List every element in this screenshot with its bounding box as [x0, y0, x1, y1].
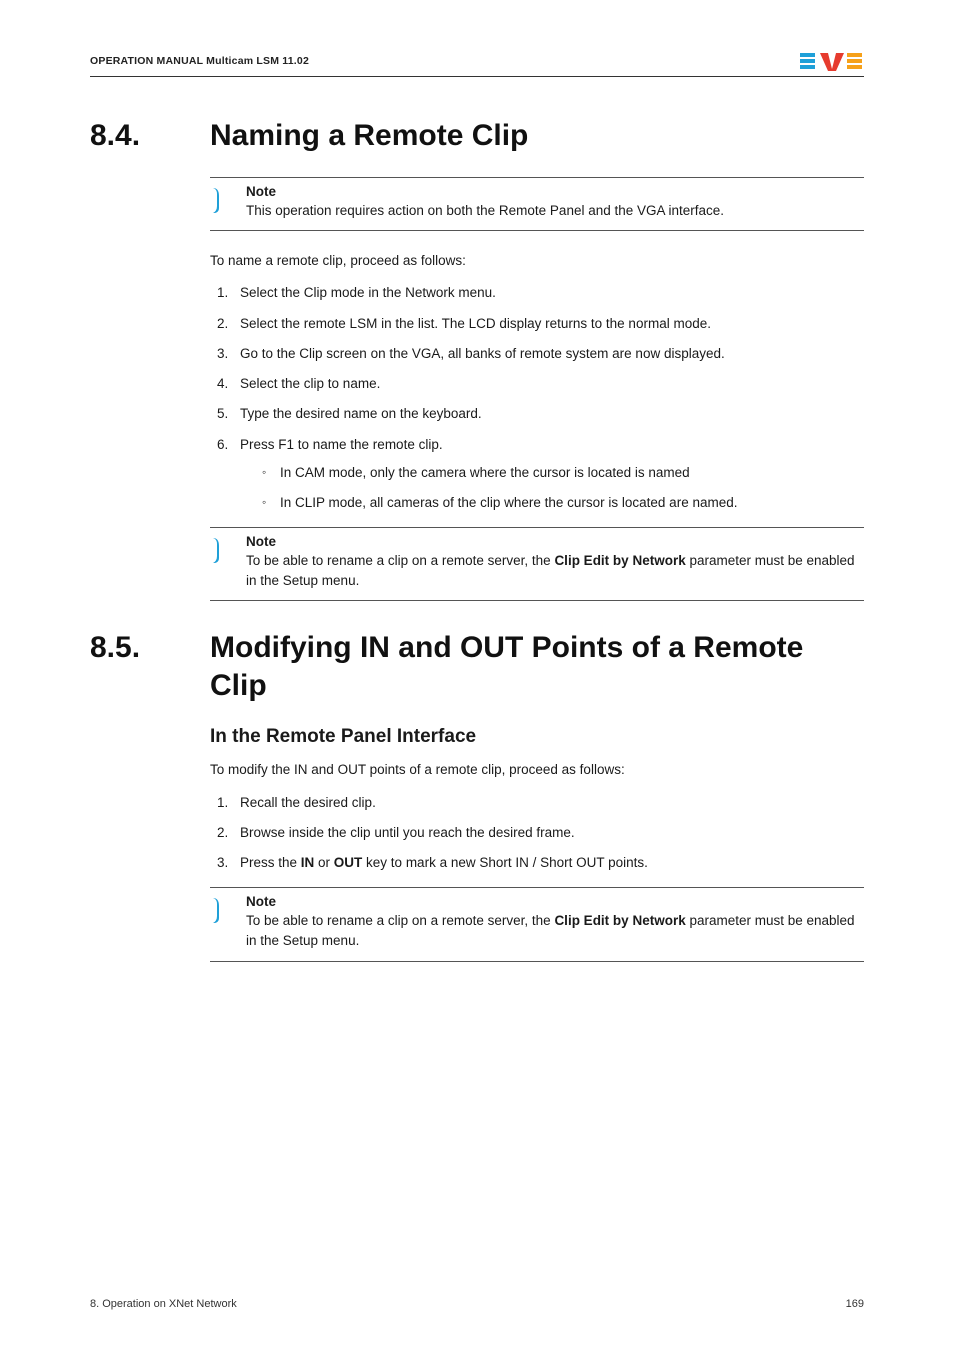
- manual-title: OPERATION MANUAL Multicam LSM 11.02: [90, 55, 309, 67]
- note-label: Note: [246, 894, 864, 909]
- note-box-84-2: Note To be able to rename a clip on a re…: [210, 527, 864, 601]
- section-number-85: 8.5.: [90, 631, 210, 665]
- list-item: Recall the desired clip.: [232, 793, 864, 813]
- intro-85: To modify the IN and OUT points of a rem…: [210, 760, 864, 780]
- note-icon: [210, 894, 236, 950]
- steps-84: Select the Clip mode in the Network menu…: [210, 283, 864, 513]
- list-item: Press the IN or OUT key to mark a new Sh…: [232, 853, 864, 873]
- page-footer: 8. Operation on XNet Network 169: [90, 1298, 864, 1310]
- note-label: Note: [246, 184, 864, 199]
- section-title-84: Naming a Remote Clip: [210, 117, 528, 155]
- section-number-84: 8.4.: [90, 119, 210, 153]
- note-icon: [210, 534, 236, 590]
- page-header: OPERATION MANUAL Multicam LSM 11.02: [90, 50, 864, 77]
- list-item: Browse inside the clip until you reach t…: [232, 823, 864, 843]
- note-text: To be able to rename a clip on a remote …: [246, 551, 864, 590]
- step-text: Press F1 to name the remote clip.: [240, 437, 443, 452]
- list-item: Select the Clip mode in the Network menu…: [232, 283, 864, 303]
- note-box-84-1: Note This operation requires action on b…: [210, 177, 864, 232]
- list-item: Press F1 to name the remote clip. In CAM…: [232, 435, 864, 514]
- section-title-85: Modifying IN and OUT Points of a Remote …: [210, 629, 864, 704]
- note-label: Note: [246, 534, 864, 549]
- list-item: Go to the Clip screen on the VGA, all ba…: [232, 344, 864, 364]
- list-item: Type the desired name on the keyboard.: [232, 404, 864, 424]
- steps-85: Recall the desired clip. Browse inside t…: [210, 793, 864, 874]
- note-text: To be able to rename a clip on a remote …: [246, 911, 864, 950]
- list-item: Select the clip to name.: [232, 374, 864, 394]
- list-item: Select the remote LSM in the list. The L…: [232, 314, 864, 334]
- list-item: In CAM mode, only the camera where the c…: [262, 463, 864, 483]
- note-box-85: Note To be able to rename a clip on a re…: [210, 887, 864, 961]
- footer-left: 8. Operation on XNet Network: [90, 1298, 237, 1310]
- footer-right: 169: [846, 1298, 864, 1310]
- note-text: This operation requires action on both t…: [246, 201, 864, 221]
- note-icon: [210, 184, 236, 221]
- evs-logo: [800, 50, 864, 72]
- subheading-85: In the Remote Panel Interface: [210, 726, 864, 748]
- list-item: In CLIP mode, all cameras of the clip wh…: [262, 493, 864, 513]
- intro-84: To name a remote clip, proceed as follow…: [210, 251, 864, 271]
